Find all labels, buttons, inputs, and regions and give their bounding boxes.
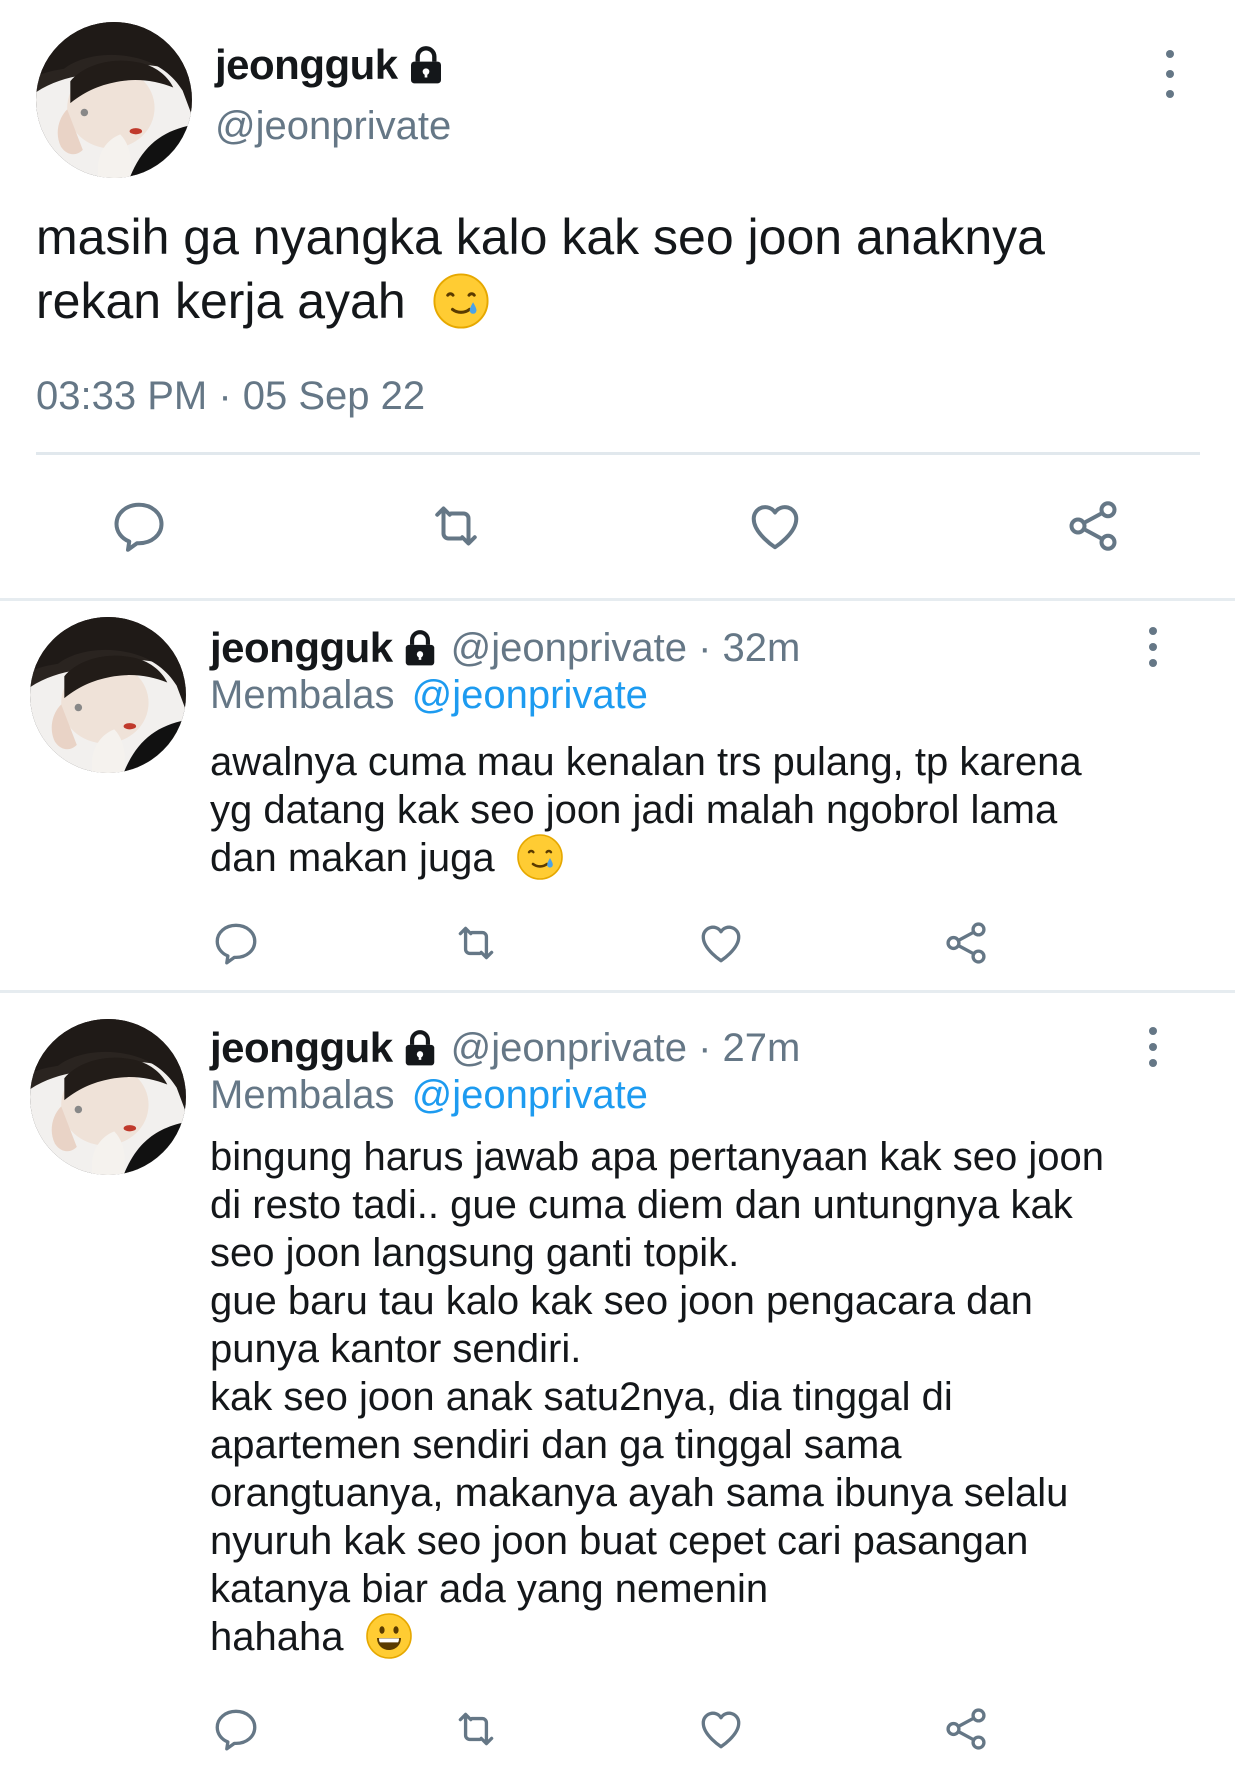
author-info: jeongguk @jeonprivate [215, 41, 451, 149]
reply-header: jeongguk @jeonprivate · 27m [210, 1024, 801, 1072]
share-icon[interactable] [940, 917, 992, 969]
handle[interactable]: @jeonprivate [451, 1026, 687, 1071]
mention-link[interactable]: @jeonprivate [412, 673, 648, 717]
reply-icon[interactable] [210, 917, 262, 969]
more-options-icon[interactable] [1158, 44, 1182, 104]
reply-tweet: jeongguk @jeonprivate · 27m Membalas @je… [0, 993, 1235, 1782]
crying-smile-emoji [516, 833, 564, 881]
mention-link[interactable]: @jeonprivate [412, 1073, 648, 1117]
share-icon[interactable] [940, 1703, 992, 1755]
divider [36, 452, 1200, 455]
share-icon[interactable] [1062, 495, 1124, 557]
grinning-face-emoji [365, 1612, 413, 1660]
replying-to: Membalas @jeonprivate [210, 1073, 648, 1117]
retweet-icon[interactable] [450, 1703, 502, 1755]
reply-text: bingung harus jawab apa pertanyaan kak s… [210, 1135, 1104, 1660]
reply-icon[interactable] [108, 495, 170, 557]
display-name[interactable]: jeongguk [210, 1024, 393, 1072]
like-icon[interactable] [744, 495, 806, 557]
lock-icon [406, 45, 446, 85]
tweet-text: masih ga nyangka kalo kak seo joon anakn… [36, 209, 1045, 330]
crying-smile-emoji [432, 272, 490, 330]
relative-time: 32m [722, 625, 801, 670]
display-name[interactable]: jeongguk [215, 41, 398, 89]
avatar[interactable] [30, 617, 186, 773]
reply-icon[interactable] [210, 1703, 262, 1755]
like-icon[interactable] [695, 1703, 747, 1755]
replying-to: Membalas @jeonprivate [210, 673, 648, 717]
retweet-icon[interactable] [450, 917, 502, 969]
avatar[interactable] [36, 22, 192, 178]
main-tweet: jeongguk @jeonprivate masih ga nyangka k… [0, 0, 1235, 600]
like-icon[interactable] [695, 917, 747, 969]
more-options-icon[interactable] [1141, 621, 1165, 673]
reply-tweet: jeongguk @jeonprivate · 32m Membalas @je… [0, 601, 1235, 991]
lock-icon [401, 1029, 439, 1067]
reply-header: jeongguk @jeonprivate · 32m [210, 624, 801, 672]
handle[interactable]: @jeonprivate [451, 626, 687, 671]
handle[interactable]: @jeonprivate [215, 104, 451, 149]
reply-text: awalnya cuma mau kenalan trs pulang, tp … [210, 740, 1082, 881]
lock-icon [401, 629, 439, 667]
avatar[interactable] [30, 1019, 186, 1175]
timestamp: 03:33 PM · 05 Sep 22 [36, 374, 426, 418]
display-name[interactable]: jeongguk [210, 624, 393, 672]
relative-time: 27m [722, 1025, 801, 1070]
more-options-icon[interactable] [1141, 1021, 1165, 1073]
retweet-icon[interactable] [425, 495, 487, 557]
